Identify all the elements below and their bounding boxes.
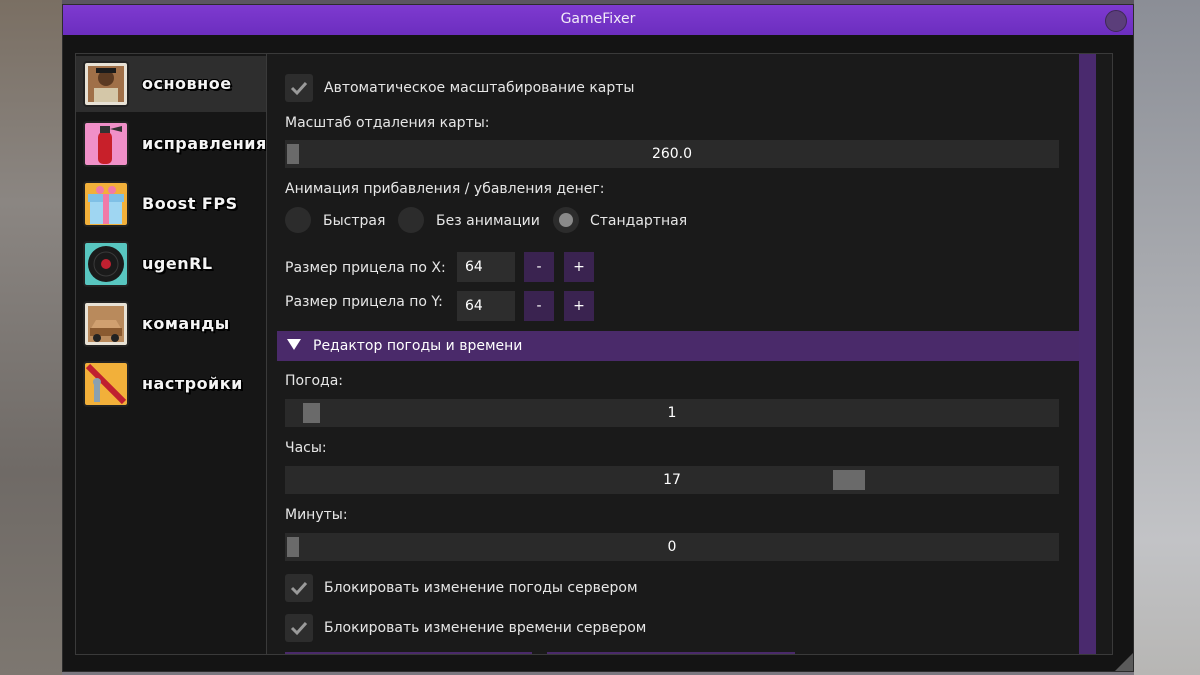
radio-fast[interactable] [285, 207, 311, 233]
sidebar-item-label: основное [142, 74, 232, 93]
crosshair-y-increment-button[interactable]: + [564, 291, 594, 321]
radio-fast-label: Быстрая [323, 213, 386, 229]
slider-value: 1 [667, 405, 677, 421]
triangle-down-icon [287, 339, 301, 350]
checkmark-icon [290, 81, 308, 96]
sidebar-item-label: Boost FPS [142, 194, 238, 213]
close-button[interactable] [1105, 10, 1127, 32]
bottom-button-left[interactable] [285, 652, 532, 654]
auto-scale-checkbox[interactable] [285, 74, 313, 102]
section-title: Редактор погоды и времени [313, 338, 523, 354]
sidebar-item-label: команды [142, 314, 230, 333]
sidebar-item-boost-fps[interactable]: Boost FPS [76, 176, 266, 232]
sidebar-item-main[interactable]: основное [76, 56, 266, 112]
minutes-label: Минуты: [285, 507, 348, 523]
sidebar-item-label: настройки [142, 374, 243, 393]
block-weather-label: Блокировать изменение погоды сервером [324, 580, 638, 596]
crosshair-x-label: Размер прицела по X: [285, 260, 446, 276]
background-right [1134, 0, 1200, 675]
radio-standard-label: Стандартная [590, 213, 688, 229]
sidebar-item-label: ugenRL [142, 254, 213, 273]
weather-slider[interactable]: 1 [285, 399, 1059, 427]
map-zoom-label: Масштаб отдаления карты: [285, 115, 490, 131]
checkmark-icon [290, 581, 308, 596]
slider-value: 0 [667, 539, 677, 555]
radio-standard[interactable] [553, 207, 579, 233]
resize-grip[interactable] [1115, 653, 1133, 671]
sidebar-item-ugenrl[interactable]: ugenRL [76, 236, 266, 292]
auto-scale-label: Автоматическое масштабирование карты [324, 80, 635, 96]
crosshair-y-decrement-button[interactable]: - [524, 291, 554, 321]
main-panel: основное исправления Boost FPS ugenRL ко… [75, 53, 1113, 655]
map-zoom-slider[interactable]: 260.0 [285, 140, 1059, 168]
crosshair-x-increment-button[interactable]: + [564, 252, 594, 282]
sidebar: основное исправления Boost FPS ugenRL ко… [76, 54, 266, 654]
sidebar-item-label: исправления [142, 134, 267, 153]
block-weather-checkbox[interactable] [285, 574, 313, 602]
window-title: GameFixer [560, 11, 636, 27]
crosshair-x-decrement-button[interactable]: - [524, 252, 554, 282]
sidebar-item-settings[interactable]: настройки [76, 356, 266, 412]
car-icon [82, 300, 130, 348]
weather-time-section-header[interactable]: Редактор погоды и времени [277, 331, 1085, 361]
fire-extinguisher-icon [82, 120, 130, 168]
settings-content: Автоматическое масштабирование карты Мас… [266, 54, 1096, 654]
gamefixer-window: GameFixer основное исправления Boost FPS… [62, 4, 1134, 672]
hours-slider[interactable]: 17 [285, 466, 1059, 494]
block-time-label: Блокировать изменение времени сервером [324, 620, 647, 636]
weather-label: Погода: [285, 373, 343, 389]
crosshair-y-input[interactable]: 64 [457, 291, 515, 321]
crossed-tool-icon [82, 360, 130, 408]
money-anim-label: Анимация прибавления / убавления денег: [285, 181, 605, 197]
slider-value: 17 [663, 472, 681, 488]
bottom-button-right[interactable] [547, 652, 795, 654]
vinyl-record-icon [82, 240, 130, 288]
title-bar[interactable]: GameFixer [63, 5, 1133, 35]
block-time-checkbox[interactable] [285, 614, 313, 642]
cj-portrait-icon [82, 60, 130, 108]
radio-no-animation-label: Без анимации [436, 213, 540, 229]
scrollbar[interactable] [1079, 54, 1096, 654]
crosshair-y-label: Размер прицела по Y: [285, 294, 443, 310]
crosshair-x-input[interactable]: 64 [457, 252, 515, 282]
checkmark-icon [290, 621, 308, 636]
slider-value: 260.0 [651, 146, 693, 162]
sidebar-item-commands[interactable]: команды [76, 296, 266, 352]
background-left [0, 0, 62, 675]
minutes-slider[interactable]: 0 [285, 533, 1059, 561]
radio-no-animation[interactable] [398, 207, 424, 233]
sidebar-item-fixes[interactable]: исправления [76, 116, 266, 172]
hours-label: Часы: [285, 440, 327, 456]
gift-box-icon [82, 180, 130, 228]
scrollbar-thumb[interactable] [1079, 54, 1096, 654]
